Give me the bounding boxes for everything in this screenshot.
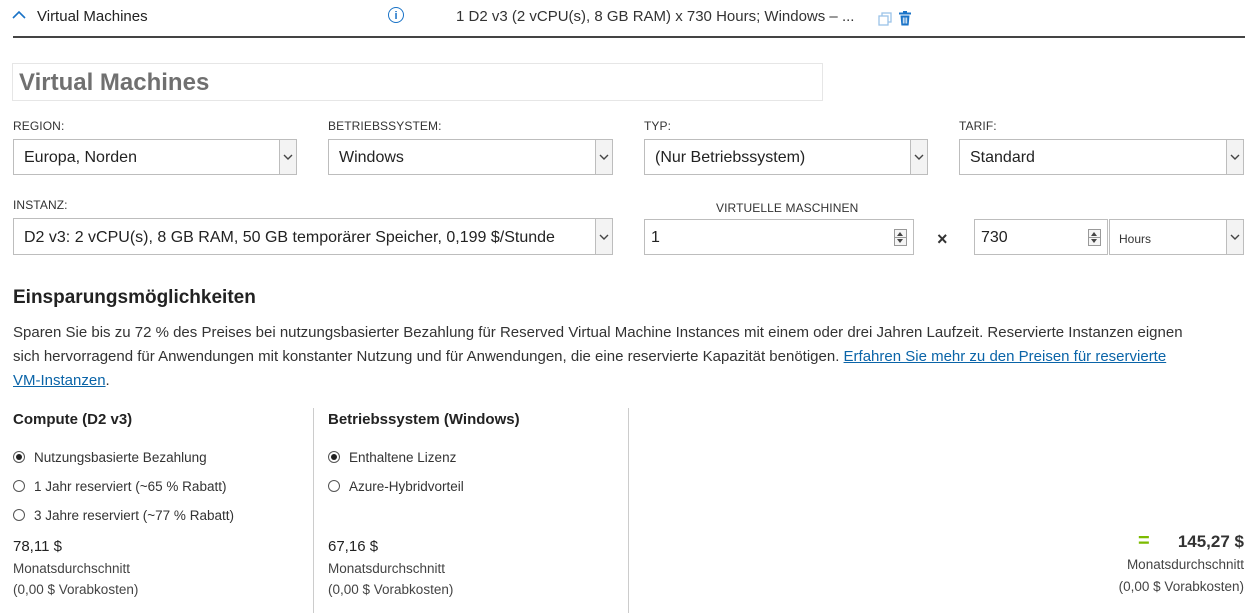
info-icon[interactable]: i (388, 7, 404, 23)
os-option-label[interactable]: Azure-Hybridvorteil (349, 479, 464, 494)
type-select[interactable]: (Nur Betriebssystem) (644, 139, 928, 175)
equals-icon: = (1138, 530, 1150, 552)
hours-unit-value: Hours (1119, 232, 1152, 246)
chevron-up-icon[interactable] (12, 10, 26, 20)
os-radio-hybrid[interactable] (328, 480, 340, 492)
region-label: REGION: (13, 119, 65, 133)
compute-price: 78,11 $ (13, 538, 62, 555)
compute-upfront: (0,00 $ Vorabkosten) (13, 582, 139, 597)
chevron-down-icon[interactable] (595, 219, 612, 254)
multiply-icon: × (937, 229, 948, 249)
instance-select[interactable]: D2 v3: 2 vCPU(s), 8 GB RAM, 50 GB tempor… (13, 218, 613, 255)
estimate-summary: 1 D2 v3 (2 vCPU(s), 8 GB RAM) x 730 Hour… (456, 8, 855, 25)
chevron-down-icon[interactable] (910, 140, 927, 174)
os-avg-label: Monatsdurchschnitt (328, 561, 446, 576)
vm-count-input[interactable]: 1 (644, 219, 914, 255)
os-option-label[interactable]: Enthaltene Lizenz (349, 450, 456, 465)
vm-count-value: 1 (651, 229, 660, 246)
chevron-down-icon[interactable] (1226, 140, 1243, 174)
instance-value: D2 v3: 2 vCPU(s), 8 GB RAM, 50 GB tempor… (24, 229, 555, 246)
instance-label: INSTANZ: (13, 198, 68, 212)
os-license-title: Betriebssystem (Windows) (328, 411, 520, 428)
savings-link-suffix: . (105, 372, 110, 389)
savings-text: Sparen Sie bis zu 72 % des Preises bei n… (13, 321, 1248, 393)
compute-radio-payg[interactable] (13, 451, 25, 463)
type-value: (Nur Betriebssystem) (655, 149, 806, 166)
tier-select[interactable]: Standard (959, 139, 1244, 175)
os-value: Windows (339, 149, 404, 166)
section-header-title[interactable]: Virtual Machines (37, 8, 148, 25)
tier-value: Standard (970, 149, 1035, 166)
card-title[interactable]: Virtual Machines (19, 69, 209, 97)
os-price: 67,16 $ (328, 538, 379, 555)
stepper-icon[interactable] (1088, 229, 1101, 246)
column-divider (313, 408, 314, 613)
os-upfront: (0,00 $ Vorabkosten) (328, 582, 454, 597)
type-label: TYP: (644, 119, 672, 133)
savings-text-line2-wrap: sich hervorragend für Anwendungen mit ko… (13, 345, 1248, 369)
copy-icon[interactable] (878, 12, 892, 26)
hours-unit-select[interactable]: Hours (1109, 219, 1244, 255)
total-price: 145,27 $ (1177, 532, 1244, 551)
hours-value: 730 (981, 229, 1008, 246)
chevron-down-icon[interactable] (595, 140, 612, 174)
compute-option-label[interactable]: 1 Jahr reserviert (~65 % Rabatt) (34, 479, 226, 494)
stepper-icon[interactable] (894, 229, 907, 246)
compute-option-label[interactable]: 3 Jahre reserviert (~77 % Rabatt) (34, 508, 234, 523)
chevron-down-icon[interactable] (279, 140, 296, 174)
header-divider (13, 36, 1245, 38)
compute-option-label[interactable]: Nutzungsbasierte Bezahlung (34, 450, 207, 465)
total-upfront: (0,00 $ Vorabkosten) (1118, 579, 1244, 594)
savings-text-line2: sich hervorragend für Anwendungen mit ko… (13, 348, 840, 365)
os-select[interactable]: Windows (328, 139, 613, 175)
trash-icon[interactable] (898, 11, 912, 26)
compute-radio-3yr[interactable] (13, 509, 25, 521)
total-avg-label: Monatsdurchschnitt (1126, 557, 1244, 572)
tier-label: TARIF: (959, 119, 997, 133)
column-divider (628, 408, 629, 613)
chevron-down-icon[interactable] (1226, 220, 1243, 254)
compute-title: Compute (D2 v3) (13, 411, 133, 428)
reserved-pricing-link[interactable]: Erfahren Sie mehr zu den Preisen für res… (844, 348, 1167, 365)
savings-text-line1: Sparen Sie bis zu 72 % des Preises bei n… (13, 324, 1183, 341)
reserved-pricing-link-cont[interactable]: VM-Instanzen (13, 372, 106, 389)
region-select[interactable]: Europa, Norden (13, 139, 297, 175)
region-value: Europa, Norden (24, 149, 137, 166)
os-radio-included[interactable] (328, 451, 340, 463)
savings-text-line3-wrap: VM-Instanzen. (13, 369, 1248, 393)
compute-radio-1yr[interactable] (13, 480, 25, 492)
savings-title: Einsparungsmöglichkeiten (13, 287, 256, 308)
os-label: BETRIEBSSYSTEM: (328, 119, 442, 133)
vm-count-label: VIRTUELLE MASCHINEN (716, 201, 859, 215)
hours-input[interactable]: 730 (974, 219, 1108, 255)
compute-avg-label: Monatsdurchschnitt (13, 561, 131, 576)
